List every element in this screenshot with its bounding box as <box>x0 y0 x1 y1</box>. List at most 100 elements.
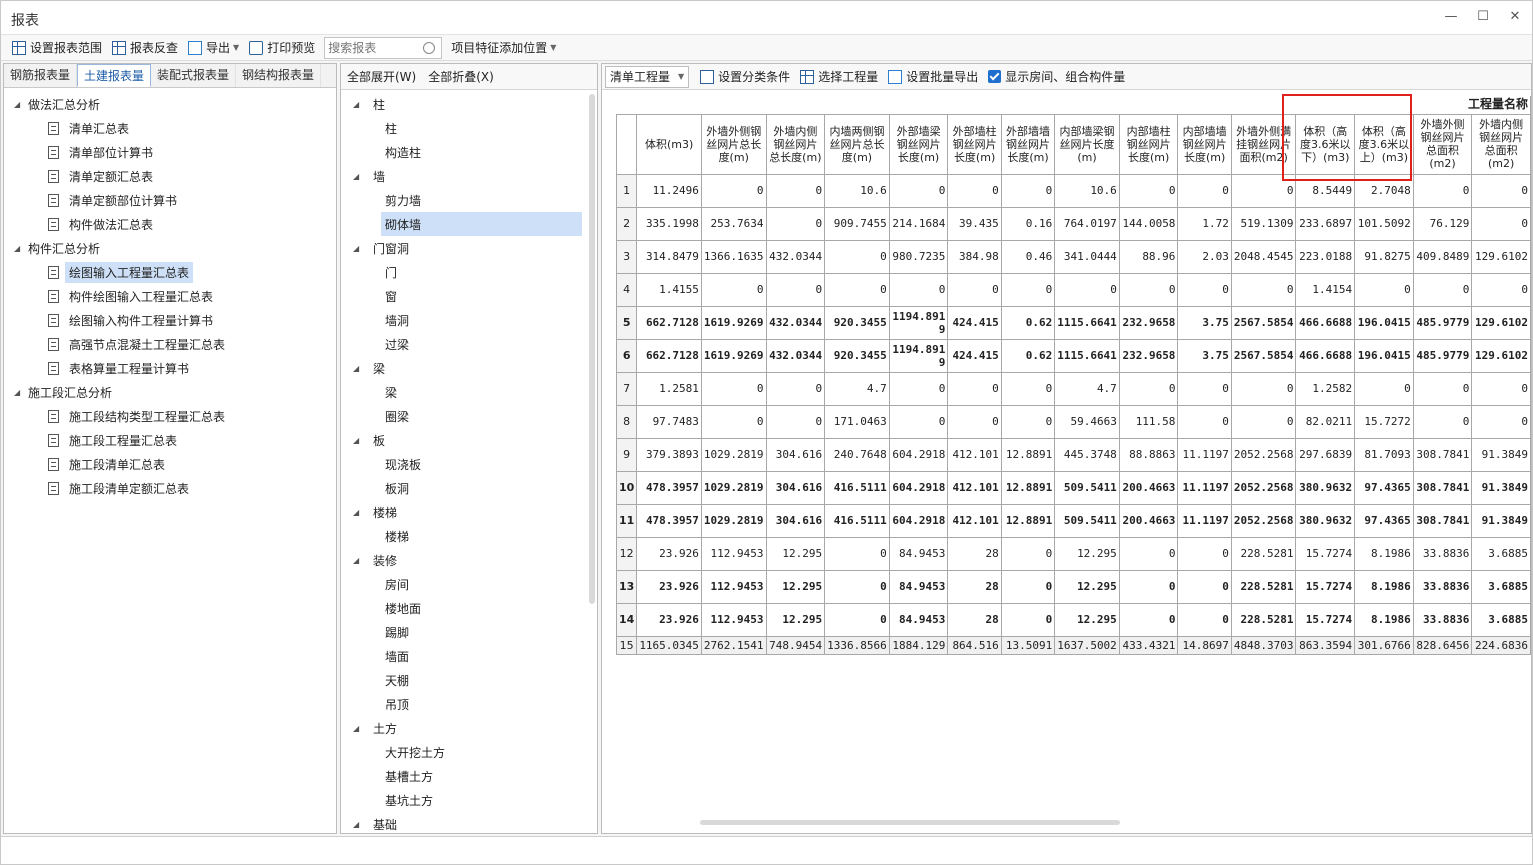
expand-arrow-icon[interactable]: ◢ <box>353 820 363 829</box>
table-cell[interactable]: 13.5091 <box>1000 635 1056 655</box>
table-row[interactable]: 10 478.3957 1029.2819 304.616 416.5111 604.29… <box>615 470 1531 505</box>
tree-item[interactable]: 施工段清单定额汇总表 <box>4 476 336 500</box>
table-cell[interactable]: 23.926 <box>636 602 702 637</box>
table-cell[interactable]: 8.1986 <box>1354 602 1414 637</box>
row-number[interactable]: 8 <box>615 404 638 439</box>
table-cell[interactable]: 1619.9269 <box>700 338 767 373</box>
table-cell[interactable]: 0 <box>1000 602 1056 637</box>
tree-item[interactable]: 表格算量工程量计算书 <box>4 356 336 380</box>
table-row[interactable]: 11 478.3957 1029.2819 304.616 416.5111 604.29… <box>615 503 1531 538</box>
table-cell[interactable]: 1.72 <box>1177 206 1232 241</box>
tree-item[interactable]: 清单定额汇总表 <box>4 164 336 188</box>
table-cell[interactable]: 424.415 <box>947 338 1002 373</box>
column-header[interactable]: 外墙内侧钢丝网片总面积(m2) <box>1471 113 1531 175</box>
table-cell[interactable]: 91.3849 <box>1471 437 1531 472</box>
category-column[interactable]: ◢ 柱 <box>341 92 597 116</box>
table-cell[interactable]: 11.2496 <box>636 173 702 208</box>
table-cell[interactable]: 1194.8919 <box>888 338 949 373</box>
table-cell[interactable]: 33.8836 <box>1412 536 1473 571</box>
table-cell[interactable]: 0 <box>700 272 767 307</box>
component-item[interactable]: 踢脚 <box>341 620 597 644</box>
table-cell[interactable]: 308.7841 <box>1412 437 1473 472</box>
table-cell[interactable]: 0 <box>765 404 826 439</box>
table-cell[interactable]: 0 <box>1177 602 1232 637</box>
table-cell[interactable]: 478.3957 <box>636 470 702 505</box>
table-cell[interactable]: 0 <box>824 569 890 604</box>
table-cell[interactable]: 8.1986 <box>1354 569 1414 604</box>
table-cell[interactable]: 144.0058 <box>1118 206 1179 241</box>
table-cell[interactable]: 240.7648 <box>824 437 890 472</box>
table-cell[interactable]: 15.7274 <box>1295 602 1356 637</box>
table-cell[interactable]: 1366.1635 <box>700 239 767 274</box>
select-quantity-button[interactable]: 选择工程量 <box>795 66 883 88</box>
component-item[interactable]: 房间 <box>341 572 597 596</box>
table-cell[interactable]: 0.62 <box>1000 338 1056 373</box>
table-cell[interactable]: 980.7235 <box>888 239 949 274</box>
table-cell[interactable]: 11.1197 <box>1177 503 1232 538</box>
table-cell[interactable]: 0 <box>1230 404 1297 439</box>
table-cell[interactable]: 76.129 <box>1412 206 1473 241</box>
table-cell[interactable]: 223.0188 <box>1295 239 1356 274</box>
table-row[interactable]: 12 23.926 112.9453 12.295 0 84.9453 28 0 12.295 0… <box>615 536 1531 571</box>
checkbox-checked-icon[interactable] <box>988 70 1002 83</box>
table-cell[interactable]: 509.5411 <box>1054 470 1120 505</box>
category-openings[interactable]: ◢ 门窗洞 <box>341 236 597 260</box>
row-number[interactable]: 12 <box>615 536 638 571</box>
tree-item[interactable]: 施工段结构类型工程量汇总表 <box>4 404 336 428</box>
table-cell[interactable]: 0 <box>947 404 1002 439</box>
table-cell[interactable]: 379.3893 <box>636 437 702 472</box>
table-cell[interactable]: 232.9658 <box>1118 305 1179 340</box>
tree-item[interactable]: 高强节点混凝土工程量汇总表 <box>4 332 336 356</box>
table-cell[interactable]: 335.1998 <box>636 206 702 241</box>
table-cell[interactable]: 0 <box>1230 272 1297 307</box>
table-cell[interactable]: 341.0444 <box>1054 239 1120 274</box>
tab-civil[interactable]: 土建报表量 <box>77 64 152 87</box>
table-cell[interactable]: 214.1684 <box>888 206 949 241</box>
table-cell[interactable]: 84.9453 <box>888 569 949 604</box>
table-cell[interactable]: 228.5281 <box>1230 602 1297 637</box>
table-cell[interactable]: 0 <box>765 206 826 241</box>
table-cell[interactable]: 466.6688 <box>1295 338 1356 373</box>
expand-arrow-icon[interactable]: ◢ <box>353 172 363 181</box>
component-item[interactable]: 楼地面 <box>341 596 597 620</box>
table-cell[interactable]: 864.516 <box>947 635 1002 655</box>
table-cell[interactable]: 0.16 <box>1000 206 1056 241</box>
table-cell[interactable]: 0 <box>765 272 826 307</box>
column-header[interactable]: 外墙外侧满挂钢丝网片面积(m2) <box>1230 113 1297 175</box>
column-header[interactable]: 外墙外侧钢丝网片总面积(m2) <box>1412 113 1473 175</box>
table-cell[interactable]: 12.8891 <box>1000 437 1056 472</box>
table-cell[interactable]: 3.75 <box>1177 338 1232 373</box>
table-cell[interactable]: 0 <box>1177 536 1232 571</box>
table-cell[interactable]: 171.0463 <box>824 404 890 439</box>
table-cell[interactable]: 1637.5002 <box>1054 635 1120 655</box>
component-item[interactable]: 基坑土方 <box>341 788 597 812</box>
table-row[interactable]: 6 662.7128 1619.9269 432.0344 920.3455 1194.8… <box>615 338 1531 373</box>
table-cell[interactable]: 91.3849 <box>1471 503 1531 538</box>
export-button[interactable]: 导出 ▼ <box>183 37 244 59</box>
table-cell[interactable]: 909.7455 <box>824 206 890 241</box>
row-number[interactable]: 14 <box>615 602 638 637</box>
table-cell[interactable]: 1029.2819 <box>700 503 767 538</box>
table-cell[interactable]: 764.0197 <box>1054 206 1120 241</box>
table-cell[interactable]: 228.5281 <box>1230 536 1297 571</box>
table-cell[interactable]: 4848.3703 <box>1230 635 1297 655</box>
table-cell[interactable]: 0 <box>1177 272 1232 307</box>
tree-item[interactable]: 清单汇总表 <box>4 116 336 140</box>
row-number[interactable]: 2 <box>615 206 638 241</box>
column-header[interactable]: 体积(m3) <box>636 113 702 175</box>
row-number[interactable]: 11 <box>615 503 638 538</box>
tab-prefab[interactable]: 装配式报表量 <box>151 64 237 87</box>
table-cell[interactable]: 519.1309 <box>1230 206 1297 241</box>
table-cell[interactable]: 0 <box>1354 272 1414 307</box>
table-cell[interactable]: 0 <box>1230 371 1297 406</box>
table-cell[interactable]: 12.295 <box>765 569 826 604</box>
tree-item[interactable]: 构件绘图输入工程量汇总表 <box>4 284 336 308</box>
row-number[interactable]: 7 <box>615 371 638 406</box>
expand-arrow-icon[interactable]: ◢ <box>353 556 363 565</box>
table-cell[interactable]: 920.3455 <box>824 305 890 340</box>
table-cell[interactable]: 129.6102 <box>1471 305 1531 340</box>
table-cell[interactable]: 828.6456 <box>1412 635 1473 655</box>
table-row[interactable]: 4 1.4155 0 0 0 0 0 0 0 0 0 0 1.4154 0 0 0 <box>615 272 1531 307</box>
tree-item[interactable]: 清单定额部位计算书 <box>4 188 336 212</box>
table-cell[interactable]: 111.58 <box>1118 404 1179 439</box>
